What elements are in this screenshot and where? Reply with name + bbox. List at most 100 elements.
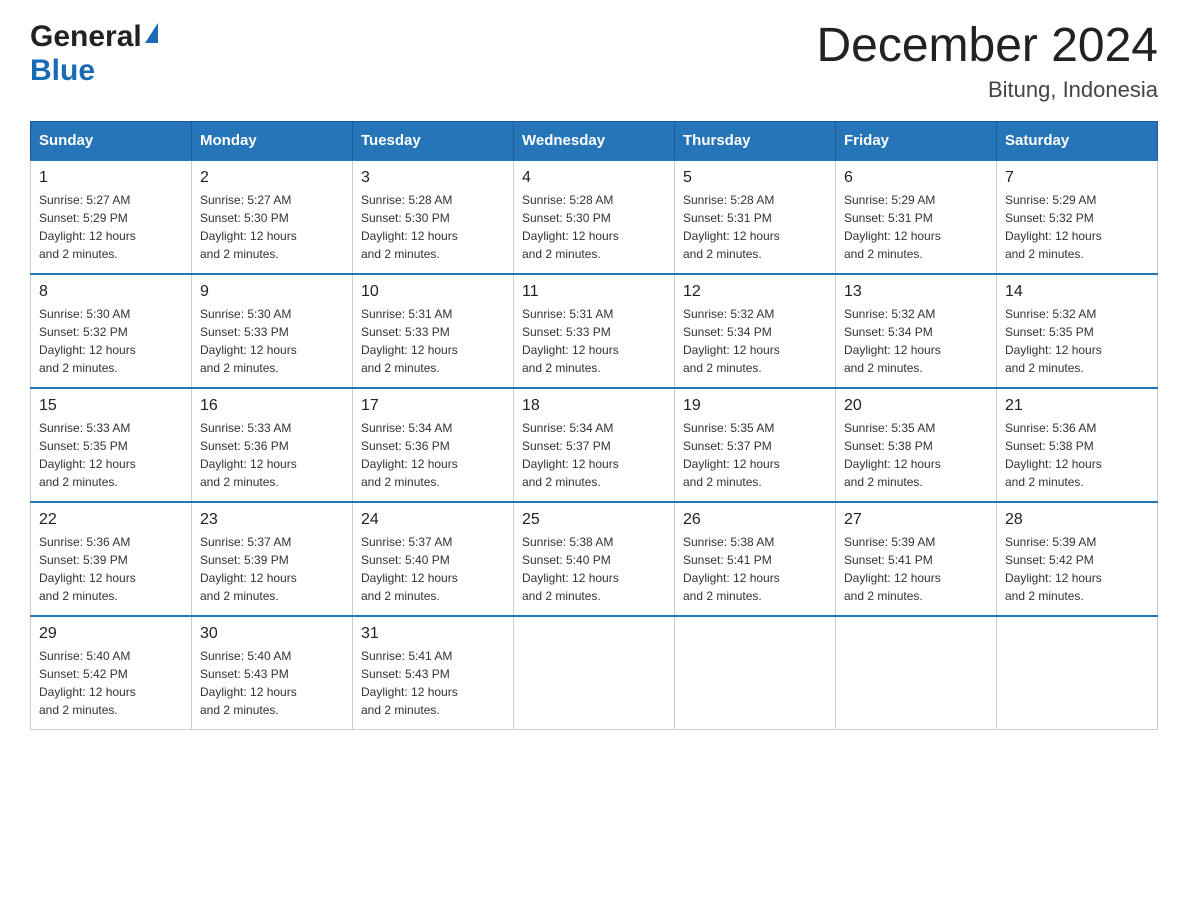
day-number: 16 xyxy=(200,397,344,415)
day-info: Sunrise: 5:39 AM Sunset: 5:41 PM Dayligh… xyxy=(844,533,988,605)
day-info: Sunrise: 5:32 AM Sunset: 5:34 PM Dayligh… xyxy=(844,305,988,377)
day-info: Sunrise: 5:34 AM Sunset: 5:37 PM Dayligh… xyxy=(522,419,666,491)
day-number: 1 xyxy=(39,169,183,187)
day-number: 8 xyxy=(39,283,183,301)
day-number: 21 xyxy=(1005,397,1149,415)
day-number: 17 xyxy=(361,397,505,415)
day-number: 25 xyxy=(522,511,666,529)
calendar-cell: 13 Sunrise: 5:32 AM Sunset: 5:34 PM Dayl… xyxy=(836,274,997,388)
day-info: Sunrise: 5:33 AM Sunset: 5:36 PM Dayligh… xyxy=(200,419,344,491)
calendar-week-row: 22 Sunrise: 5:36 AM Sunset: 5:39 PM Dayl… xyxy=(31,502,1158,616)
day-number: 18 xyxy=(522,397,666,415)
day-info: Sunrise: 5:30 AM Sunset: 5:33 PM Dayligh… xyxy=(200,305,344,377)
weekday-header-tuesday: Tuesday xyxy=(353,121,514,160)
day-number: 23 xyxy=(200,511,344,529)
logo: General Blue xyxy=(30,20,158,88)
calendar-cell: 25 Sunrise: 5:38 AM Sunset: 5:40 PM Dayl… xyxy=(514,502,675,616)
day-number: 20 xyxy=(844,397,988,415)
weekday-header-row: SundayMondayTuesdayWednesdayThursdayFrid… xyxy=(31,121,1158,160)
day-number: 12 xyxy=(683,283,827,301)
calendar-cell: 14 Sunrise: 5:32 AM Sunset: 5:35 PM Dayl… xyxy=(997,274,1158,388)
weekday-header-wednesday: Wednesday xyxy=(514,121,675,160)
weekday-header-monday: Monday xyxy=(192,121,353,160)
day-number: 2 xyxy=(200,169,344,187)
day-info: Sunrise: 5:28 AM Sunset: 5:30 PM Dayligh… xyxy=(522,191,666,263)
calendar-table: SundayMondayTuesdayWednesdayThursdayFrid… xyxy=(30,121,1158,730)
weekday-header-friday: Friday xyxy=(836,121,997,160)
calendar-cell: 9 Sunrise: 5:30 AM Sunset: 5:33 PM Dayli… xyxy=(192,274,353,388)
calendar-cell: 5 Sunrise: 5:28 AM Sunset: 5:31 PM Dayli… xyxy=(675,160,836,274)
calendar-week-row: 29 Sunrise: 5:40 AM Sunset: 5:42 PM Dayl… xyxy=(31,616,1158,730)
weekday-header-thursday: Thursday xyxy=(675,121,836,160)
day-number: 29 xyxy=(39,625,183,643)
day-info: Sunrise: 5:29 AM Sunset: 5:32 PM Dayligh… xyxy=(1005,191,1149,263)
day-info: Sunrise: 5:32 AM Sunset: 5:35 PM Dayligh… xyxy=(1005,305,1149,377)
day-number: 27 xyxy=(844,511,988,529)
calendar-cell: 10 Sunrise: 5:31 AM Sunset: 5:33 PM Dayl… xyxy=(353,274,514,388)
calendar-cell: 31 Sunrise: 5:41 AM Sunset: 5:43 PM Dayl… xyxy=(353,616,514,730)
calendar-week-row: 1 Sunrise: 5:27 AM Sunset: 5:29 PM Dayli… xyxy=(31,160,1158,274)
day-number: 24 xyxy=(361,511,505,529)
day-info: Sunrise: 5:38 AM Sunset: 5:40 PM Dayligh… xyxy=(522,533,666,605)
weekday-header-saturday: Saturday xyxy=(997,121,1158,160)
day-number: 30 xyxy=(200,625,344,643)
calendar-cell xyxy=(675,616,836,730)
day-number: 19 xyxy=(683,397,827,415)
day-info: Sunrise: 5:28 AM Sunset: 5:30 PM Dayligh… xyxy=(361,191,505,263)
day-number: 14 xyxy=(1005,283,1149,301)
day-info: Sunrise: 5:37 AM Sunset: 5:40 PM Dayligh… xyxy=(361,533,505,605)
calendar-cell xyxy=(514,616,675,730)
day-number: 6 xyxy=(844,169,988,187)
month-title: December 2024 xyxy=(816,20,1158,73)
day-number: 13 xyxy=(844,283,988,301)
day-number: 28 xyxy=(1005,511,1149,529)
day-info: Sunrise: 5:35 AM Sunset: 5:37 PM Dayligh… xyxy=(683,419,827,491)
day-info: Sunrise: 5:36 AM Sunset: 5:38 PM Dayligh… xyxy=(1005,419,1149,491)
day-info: Sunrise: 5:36 AM Sunset: 5:39 PM Dayligh… xyxy=(39,533,183,605)
calendar-cell: 11 Sunrise: 5:31 AM Sunset: 5:33 PM Dayl… xyxy=(514,274,675,388)
day-info: Sunrise: 5:37 AM Sunset: 5:39 PM Dayligh… xyxy=(200,533,344,605)
day-info: Sunrise: 5:40 AM Sunset: 5:43 PM Dayligh… xyxy=(200,647,344,719)
day-number: 5 xyxy=(683,169,827,187)
calendar-cell: 28 Sunrise: 5:39 AM Sunset: 5:42 PM Dayl… xyxy=(997,502,1158,616)
calendar-cell: 27 Sunrise: 5:39 AM Sunset: 5:41 PM Dayl… xyxy=(836,502,997,616)
day-number: 4 xyxy=(522,169,666,187)
day-number: 11 xyxy=(522,283,666,301)
calendar-cell: 6 Sunrise: 5:29 AM Sunset: 5:31 PM Dayli… xyxy=(836,160,997,274)
calendar-cell: 7 Sunrise: 5:29 AM Sunset: 5:32 PM Dayli… xyxy=(997,160,1158,274)
calendar-cell: 16 Sunrise: 5:33 AM Sunset: 5:36 PM Dayl… xyxy=(192,388,353,502)
calendar-cell: 4 Sunrise: 5:28 AM Sunset: 5:30 PM Dayli… xyxy=(514,160,675,274)
day-info: Sunrise: 5:29 AM Sunset: 5:31 PM Dayligh… xyxy=(844,191,988,263)
day-info: Sunrise: 5:31 AM Sunset: 5:33 PM Dayligh… xyxy=(522,305,666,377)
day-info: Sunrise: 5:35 AM Sunset: 5:38 PM Dayligh… xyxy=(844,419,988,491)
day-number: 3 xyxy=(361,169,505,187)
day-info: Sunrise: 5:34 AM Sunset: 5:36 PM Dayligh… xyxy=(361,419,505,491)
day-number: 7 xyxy=(1005,169,1149,187)
calendar-cell xyxy=(836,616,997,730)
day-number: 10 xyxy=(361,283,505,301)
day-info: Sunrise: 5:30 AM Sunset: 5:32 PM Dayligh… xyxy=(39,305,183,377)
calendar-cell: 24 Sunrise: 5:37 AM Sunset: 5:40 PM Dayl… xyxy=(353,502,514,616)
calendar-cell: 23 Sunrise: 5:37 AM Sunset: 5:39 PM Dayl… xyxy=(192,502,353,616)
logo-triangle-icon xyxy=(145,23,158,43)
logo-blue: Blue xyxy=(30,54,95,88)
calendar-cell: 2 Sunrise: 5:27 AM Sunset: 5:30 PM Dayli… xyxy=(192,160,353,274)
calendar-cell: 17 Sunrise: 5:34 AM Sunset: 5:36 PM Dayl… xyxy=(353,388,514,502)
calendar-cell: 1 Sunrise: 5:27 AM Sunset: 5:29 PM Dayli… xyxy=(31,160,192,274)
day-number: 9 xyxy=(200,283,344,301)
day-info: Sunrise: 5:38 AM Sunset: 5:41 PM Dayligh… xyxy=(683,533,827,605)
calendar-cell xyxy=(997,616,1158,730)
day-number: 15 xyxy=(39,397,183,415)
day-info: Sunrise: 5:41 AM Sunset: 5:43 PM Dayligh… xyxy=(361,647,505,719)
day-number: 31 xyxy=(361,625,505,643)
calendar-cell: 21 Sunrise: 5:36 AM Sunset: 5:38 PM Dayl… xyxy=(997,388,1158,502)
day-number: 22 xyxy=(39,511,183,529)
calendar-cell: 29 Sunrise: 5:40 AM Sunset: 5:42 PM Dayl… xyxy=(31,616,192,730)
day-info: Sunrise: 5:39 AM Sunset: 5:42 PM Dayligh… xyxy=(1005,533,1149,605)
day-info: Sunrise: 5:27 AM Sunset: 5:29 PM Dayligh… xyxy=(39,191,183,263)
logo-general: General xyxy=(30,20,142,54)
calendar-week-row: 8 Sunrise: 5:30 AM Sunset: 5:32 PM Dayli… xyxy=(31,274,1158,388)
calendar-cell: 3 Sunrise: 5:28 AM Sunset: 5:30 PM Dayli… xyxy=(353,160,514,274)
calendar-cell: 30 Sunrise: 5:40 AM Sunset: 5:43 PM Dayl… xyxy=(192,616,353,730)
page-header: General Blue December 2024 Bitung, Indon… xyxy=(30,20,1158,103)
